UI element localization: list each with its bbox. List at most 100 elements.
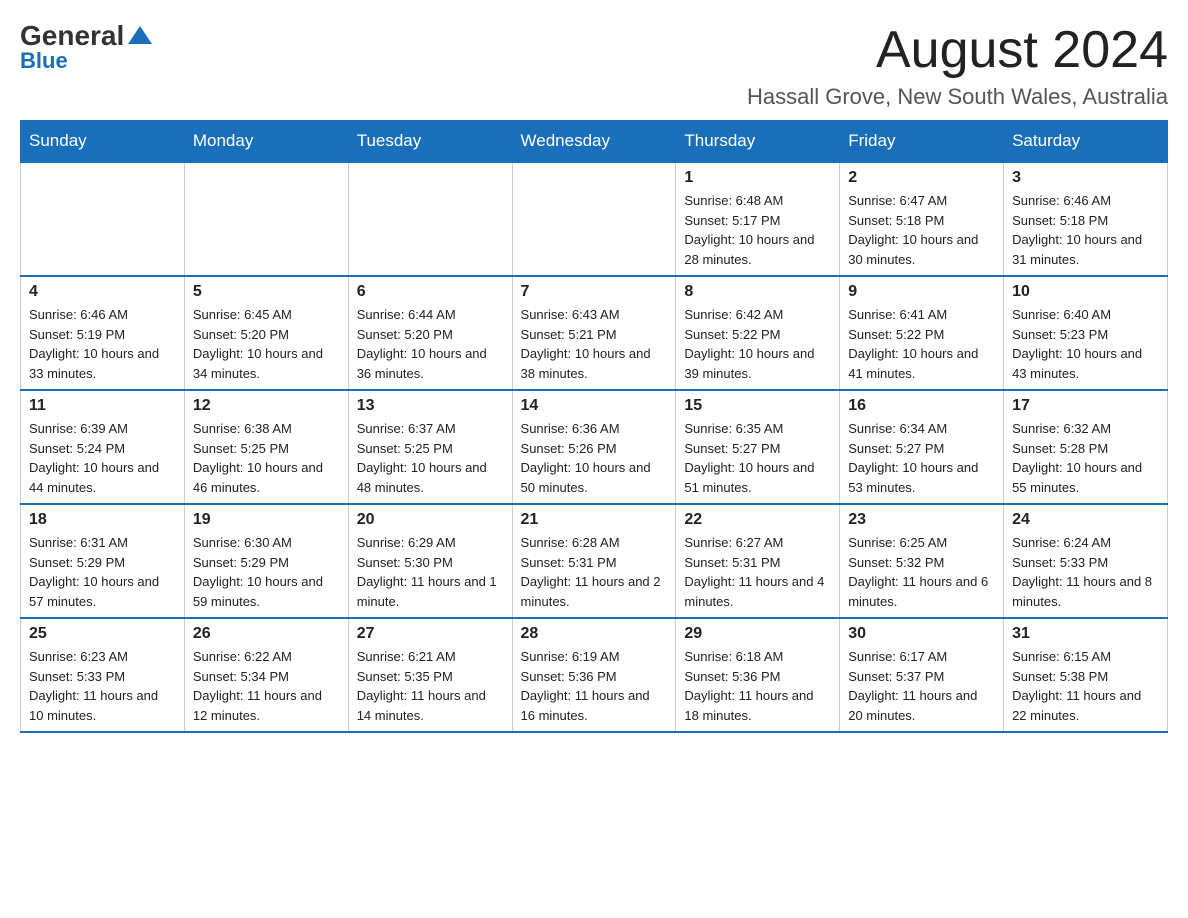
day-info: Sunrise: 6:32 AMSunset: 5:28 PMDaylight:… [1012,419,1159,497]
weekday-header-saturday: Saturday [1004,121,1168,163]
day-number: 30 [848,625,995,643]
day-number: 4 [29,283,176,301]
calendar-cell: 1Sunrise: 6:48 AMSunset: 5:17 PMDaylight… [676,162,840,276]
calendar-cell: 25 Sunrise: 6:23 AMSunset: 5:33 PMDayligh… [21,618,185,732]
day-number: 31 [1012,625,1159,643]
calendar-cell: 16 Sunrise: 6:34 AMSunset: 5:27 PMDayligh… [840,390,1004,504]
weekday-header-monday: Monday [184,121,348,163]
weekday-header-sunday: Sunday [21,121,185,163]
calendar-cell: 24Sunrise: 6:24 AMSunset: 5:33 PMDayligh… [1004,504,1168,618]
day-number: 27 [357,625,504,643]
day-info: Sunrise: 6:41 AMSunset: 5:22 PMDaylight:… [848,305,995,383]
calendar-cell: 19Sunrise: 6:30 AMSunset: 5:29 PMDayligh… [184,504,348,618]
calendar-cell: 22 Sunrise: 6:27 AMSunset: 5:31 PMDayligh… [676,504,840,618]
day-info: Sunrise: 6:40 AMSunset: 5:23 PMDaylight:… [1012,305,1159,383]
day-number: 24 [1012,511,1159,529]
weekday-header-thursday: Thursday [676,121,840,163]
day-number: 7 [521,283,668,301]
day-number: 14 [521,397,668,415]
calendar-cell: 4 Sunrise: 6:46 AMSunset: 5:19 PMDaylight… [21,276,185,390]
day-info: Sunrise: 6:19 AMSunset: 5:36 PMDaylight:… [521,647,668,725]
calendar-cell: 15Sunrise: 6:35 AMSunset: 5:27 PMDayligh… [676,390,840,504]
calendar-cell: 9 Sunrise: 6:41 AMSunset: 5:22 PMDaylight… [840,276,1004,390]
day-number: 25 [29,625,176,643]
day-number: 6 [357,283,504,301]
calendar-cell [21,162,185,276]
calendar-cell: 21 Sunrise: 6:28 AMSunset: 5:31 PMDayligh… [512,504,676,618]
calendar-cell: 8Sunrise: 6:42 AMSunset: 5:22 PMDaylight… [676,276,840,390]
day-info: Sunrise: 6:43 AMSunset: 5:21 PMDaylight:… [521,305,668,383]
calendar-cell: 3 Sunrise: 6:46 AMSunset: 5:18 PMDaylight… [1004,162,1168,276]
month-title: August 2024 [747,20,1168,80]
day-number: 29 [684,625,831,643]
day-info: Sunrise: 6:29 AMSunset: 5:30 PMDaylight:… [357,533,504,611]
calendar-cell: 2 Sunrise: 6:47 AMSunset: 5:18 PMDaylight… [840,162,1004,276]
day-info: Sunrise: 6:35 AMSunset: 5:27 PMDaylight:… [684,419,831,497]
day-info: Sunrise: 6:34 AMSunset: 5:27 PMDaylight:… [848,419,995,497]
logo-icon [126,22,154,50]
location-title: Hassall Grove, New South Wales, Australi… [747,84,1168,110]
day-number: 1 [684,169,831,187]
day-info: Sunrise: 6:44 AMSunset: 5:20 PMDaylight:… [357,305,504,383]
calendar-cell: 14 Sunrise: 6:36 AMSunset: 5:26 PMDayligh… [512,390,676,504]
day-info: Sunrise: 6:25 AMSunset: 5:32 PMDaylight:… [848,533,995,611]
calendar-cell: 30Sunrise: 6:17 AMSunset: 5:37 PMDayligh… [840,618,1004,732]
calendar-week-row: 18 Sunrise: 6:31 AMSunset: 5:29 PMDayligh… [21,504,1168,618]
day-number: 21 [521,511,668,529]
calendar-cell: 28 Sunrise: 6:19 AMSunset: 5:36 PMDayligh… [512,618,676,732]
calendar-cell: 27 Sunrise: 6:21 AMSunset: 5:35 PMDayligh… [348,618,512,732]
day-info: Sunrise: 6:46 AMSunset: 5:19 PMDaylight:… [29,305,176,383]
day-number: 17 [1012,397,1159,415]
calendar-cell: 26Sunrise: 6:22 AMSunset: 5:34 PMDayligh… [184,618,348,732]
day-info: Sunrise: 6:46 AMSunset: 5:18 PMDaylight:… [1012,191,1159,269]
day-info: Sunrise: 6:18 AMSunset: 5:36 PMDaylight:… [684,647,831,725]
day-number: 19 [193,511,340,529]
weekday-header-row: SundayMondayTuesdayWednesdayThursdayFrid… [21,121,1168,163]
calendar-cell: 5Sunrise: 6:45 AMSunset: 5:20 PMDaylight… [184,276,348,390]
day-info: Sunrise: 6:39 AMSunset: 5:24 PMDaylight:… [29,419,176,497]
day-number: 11 [29,397,176,415]
day-info: Sunrise: 6:45 AMSunset: 5:20 PMDaylight:… [193,305,340,383]
calendar-week-row: 25 Sunrise: 6:23 AMSunset: 5:33 PMDayligh… [21,618,1168,732]
day-info: Sunrise: 6:15 AMSunset: 5:38 PMDaylight:… [1012,647,1159,725]
day-info: Sunrise: 6:36 AMSunset: 5:26 PMDaylight:… [521,419,668,497]
day-number: 9 [848,283,995,301]
calendar-cell [512,162,676,276]
day-info: Sunrise: 6:47 AMSunset: 5:18 PMDaylight:… [848,191,995,269]
day-number: 22 [684,511,831,529]
day-number: 8 [684,283,831,301]
day-number: 2 [848,169,995,187]
calendar-cell: 17 Sunrise: 6:32 AMSunset: 5:28 PMDayligh… [1004,390,1168,504]
day-number: 18 [29,511,176,529]
day-info: Sunrise: 6:21 AMSunset: 5:35 PMDaylight:… [357,647,504,725]
calendar-week-row: 11 Sunrise: 6:39 AMSunset: 5:24 PMDayligh… [21,390,1168,504]
calendar-cell: 29 Sunrise: 6:18 AMSunset: 5:36 PMDayligh… [676,618,840,732]
calendar-cell: 12 Sunrise: 6:38 AMSunset: 5:25 PMDayligh… [184,390,348,504]
logo-blue: Blue [20,48,68,74]
calendar-cell [184,162,348,276]
day-info: Sunrise: 6:27 AMSunset: 5:31 PMDaylight:… [684,533,831,611]
calendar-cell: 10Sunrise: 6:40 AMSunset: 5:23 PMDayligh… [1004,276,1168,390]
day-number: 16 [848,397,995,415]
day-number: 13 [357,397,504,415]
weekday-header-friday: Friday [840,121,1004,163]
weekday-header-wednesday: Wednesday [512,121,676,163]
day-number: 12 [193,397,340,415]
day-number: 20 [357,511,504,529]
calendar-table: SundayMondayTuesdayWednesdayThursdayFrid… [20,120,1168,733]
title-area: August 2024 Hassall Grove, New South Wal… [747,20,1168,110]
day-number: 28 [521,625,668,643]
day-info: Sunrise: 6:28 AMSunset: 5:31 PMDaylight:… [521,533,668,611]
day-info: Sunrise: 6:31 AMSunset: 5:29 PMDaylight:… [29,533,176,611]
day-info: Sunrise: 6:38 AMSunset: 5:25 PMDaylight:… [193,419,340,497]
calendar-week-row: 1Sunrise: 6:48 AMSunset: 5:17 PMDaylight… [21,162,1168,276]
calendar-cell: 18 Sunrise: 6:31 AMSunset: 5:29 PMDayligh… [21,504,185,618]
calendar-cell: 23Sunrise: 6:25 AMSunset: 5:32 PMDayligh… [840,504,1004,618]
day-info: Sunrise: 6:23 AMSunset: 5:33 PMDaylight:… [29,647,176,725]
day-info: Sunrise: 6:37 AMSunset: 5:25 PMDaylight:… [357,419,504,497]
day-number: 3 [1012,169,1159,187]
calendar-cell: 6 Sunrise: 6:44 AMSunset: 5:20 PMDaylight… [348,276,512,390]
weekday-header-tuesday: Tuesday [348,121,512,163]
calendar-cell [348,162,512,276]
calendar-week-row: 4 Sunrise: 6:46 AMSunset: 5:19 PMDaylight… [21,276,1168,390]
